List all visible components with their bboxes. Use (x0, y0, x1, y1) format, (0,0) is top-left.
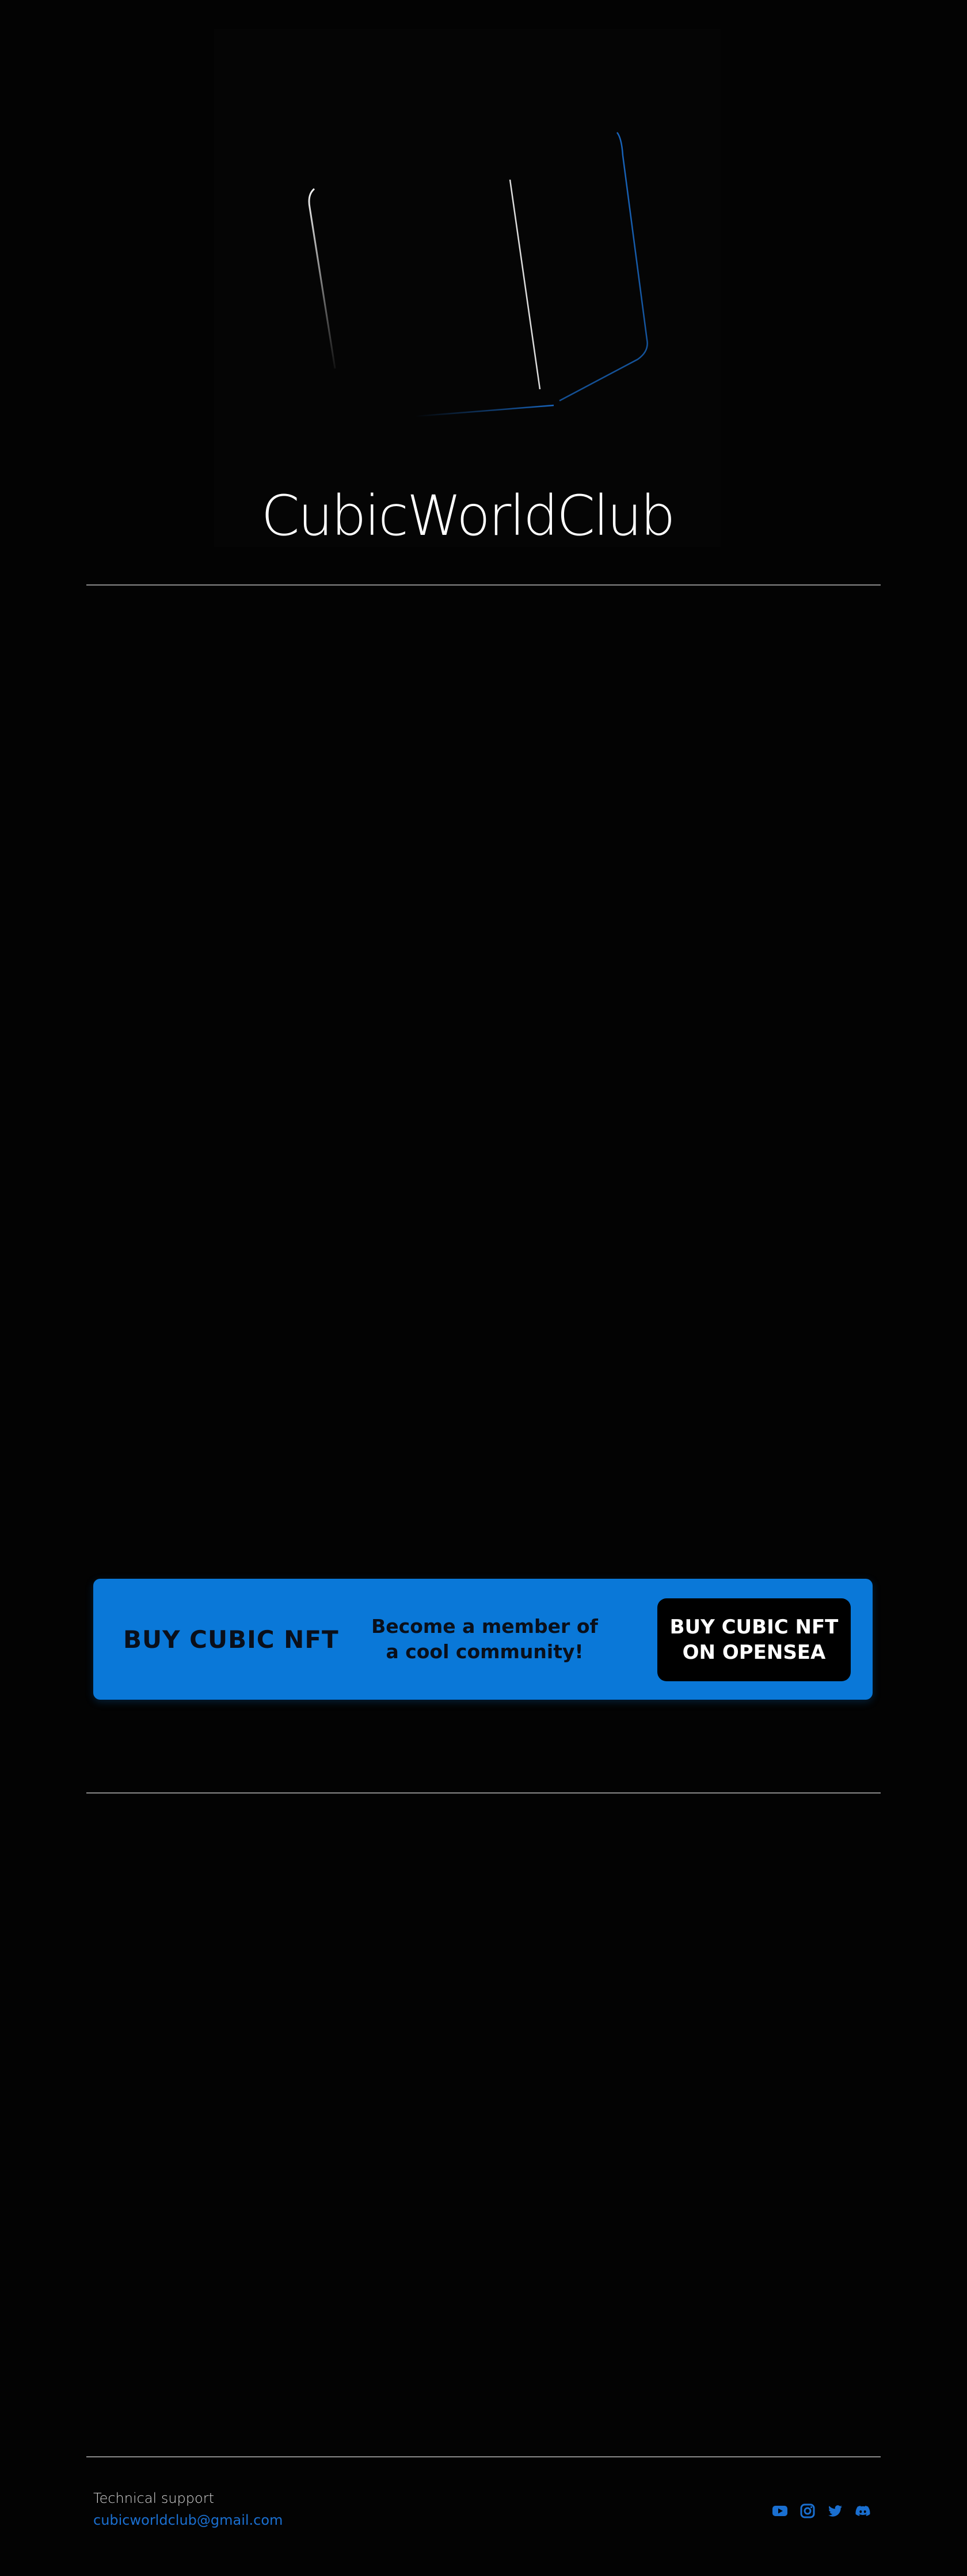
youtube-icon[interactable] (771, 2502, 789, 2520)
social-links (771, 2502, 871, 2520)
cta-heading: BUY CUBIC NFT (123, 1625, 339, 1654)
discord-icon[interactable] (854, 2502, 871, 2520)
brand-title: CubicWorldClub (261, 484, 676, 548)
section-divider (86, 1792, 881, 1794)
cta-banner: BUY CUBIC NFT Become a member of a cool … (93, 1579, 873, 1700)
footer-divider (86, 2456, 881, 2457)
cube-logo (308, 132, 648, 417)
cta-text: Become a member of a cool community! (371, 1615, 598, 1663)
instagram-icon[interactable] (799, 2502, 816, 2520)
twitter-icon[interactable] (827, 2502, 844, 2520)
support-email-link[interactable]: cubicworldclub@gmail.com (93, 2512, 283, 2528)
support-label: Technical support (93, 2490, 214, 2506)
hero-section: CubicWorldClub (214, 29, 721, 548)
buy-on-opensea-button[interactable]: BUY CUBIC NFT ON OPENSEA (657, 1598, 851, 1681)
section-divider (86, 584, 881, 586)
